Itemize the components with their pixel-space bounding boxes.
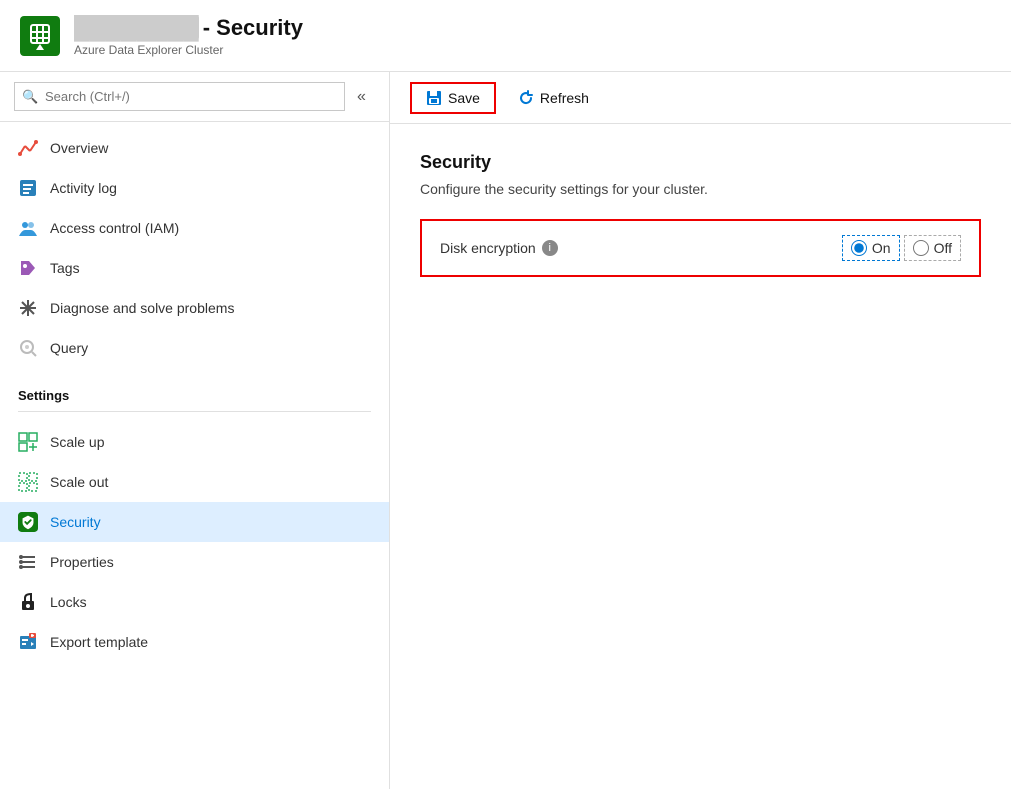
export-template-icon bbox=[18, 632, 38, 652]
header: ████████- Security Azure Data Explorer C… bbox=[0, 0, 1011, 72]
disk-encryption-radio-group: On Off bbox=[842, 235, 961, 261]
query-icon bbox=[18, 338, 38, 358]
sidebar-item-scale-out[interactable]: Scale out bbox=[0, 462, 389, 502]
disk-encryption-on-option[interactable]: On bbox=[842, 235, 900, 261]
nav-list: Overview Activity log bbox=[0, 122, 389, 374]
sidebar-item-tags[interactable]: Tags bbox=[0, 248, 389, 288]
sidebar-item-label: Diagnose and solve problems bbox=[50, 300, 234, 316]
sidebar-item-query[interactable]: Query bbox=[0, 328, 389, 368]
main-layout: 🔍 « Overview bbox=[0, 72, 1011, 789]
sidebar-item-export-template[interactable]: Export template bbox=[0, 622, 389, 662]
sidebar-item-label: Locks bbox=[50, 594, 87, 610]
sidebar: 🔍 « Overview bbox=[0, 72, 390, 789]
sidebar-item-activity-log[interactable]: Activity log bbox=[0, 168, 389, 208]
save-button[interactable]: Save bbox=[410, 82, 496, 114]
scale-up-icon bbox=[18, 432, 38, 452]
settings-nav-list: Scale up Scale out bbox=[0, 416, 389, 668]
sidebar-item-label: Scale out bbox=[50, 474, 108, 490]
tags-icon bbox=[18, 258, 38, 278]
sidebar-item-label: Export template bbox=[50, 634, 148, 650]
disk-encryption-on-radio[interactable] bbox=[851, 240, 867, 256]
sidebar-item-scale-up[interactable]: Scale up bbox=[0, 422, 389, 462]
sidebar-item-label: Scale up bbox=[50, 434, 104, 450]
sidebar-item-access-control[interactable]: Access control (IAM) bbox=[0, 208, 389, 248]
access-control-icon bbox=[18, 218, 38, 238]
disk-encryption-label: Disk encryption i bbox=[440, 240, 842, 256]
sidebar-item-diagnose[interactable]: Diagnose and solve problems bbox=[0, 288, 389, 328]
content-area: Save Refresh Security Configure the secu… bbox=[390, 72, 1011, 789]
sidebar-item-properties[interactable]: Properties bbox=[0, 542, 389, 582]
sidebar-item-label: Access control (IAM) bbox=[50, 220, 179, 236]
sidebar-item-overview[interactable]: Overview bbox=[0, 128, 389, 168]
sidebar-item-label: Security bbox=[50, 514, 101, 530]
sidebar-item-locks[interactable]: Locks bbox=[0, 582, 389, 622]
collapse-button[interactable]: « bbox=[353, 86, 370, 108]
search-icon: 🔍 bbox=[22, 89, 38, 105]
page-title: ████████- Security bbox=[74, 15, 303, 41]
content-body: Security Configure the security settings… bbox=[390, 124, 1011, 789]
refresh-button[interactable]: Refresh bbox=[504, 84, 603, 112]
app-logo-icon bbox=[20, 16, 60, 56]
sidebar-item-label: Overview bbox=[50, 140, 108, 156]
page-subtitle: Azure Data Explorer Cluster bbox=[74, 43, 303, 57]
locks-icon bbox=[18, 592, 38, 612]
sidebar-item-label: Query bbox=[50, 340, 88, 356]
sidebar-item-label: Properties bbox=[50, 554, 114, 570]
overview-icon bbox=[18, 138, 38, 158]
disk-encryption-off-radio[interactable] bbox=[913, 240, 929, 256]
sidebar-item-label: Activity log bbox=[50, 180, 117, 196]
scale-out-icon bbox=[18, 472, 38, 492]
search-bar: 🔍 « bbox=[0, 72, 389, 122]
properties-icon bbox=[18, 552, 38, 572]
sidebar-item-security[interactable]: Security bbox=[0, 502, 389, 542]
nav-divider bbox=[18, 411, 371, 412]
refresh-icon bbox=[518, 90, 534, 106]
save-icon bbox=[426, 90, 442, 106]
disk-encryption-row: Disk encryption i On Off bbox=[420, 219, 981, 277]
security-nav-icon bbox=[18, 512, 38, 532]
toolbar: Save Refresh bbox=[390, 72, 1011, 124]
section-title: Security bbox=[420, 152, 981, 173]
sidebar-item-label: Tags bbox=[50, 260, 80, 276]
header-text: ████████- Security Azure Data Explorer C… bbox=[74, 15, 303, 57]
info-icon[interactable]: i bbox=[542, 240, 558, 256]
disk-encryption-off-option[interactable]: Off bbox=[904, 235, 961, 261]
activity-log-icon bbox=[18, 178, 38, 198]
diagnose-icon bbox=[18, 298, 38, 318]
search-input[interactable] bbox=[14, 82, 345, 111]
section-description: Configure the security settings for your… bbox=[420, 181, 981, 197]
settings-section-label: Settings bbox=[0, 374, 389, 407]
